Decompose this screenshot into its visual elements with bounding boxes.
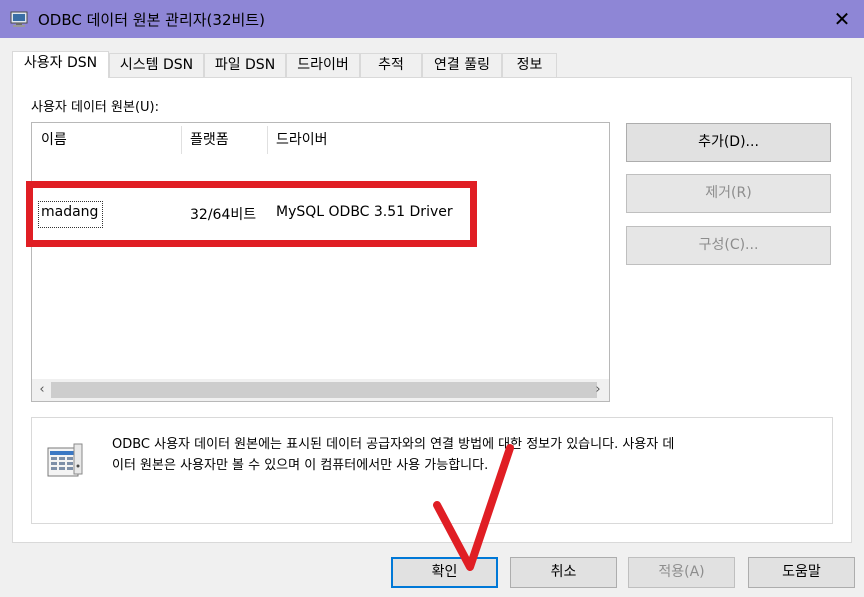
- cancel-button[interactable]: 취소: [510, 557, 617, 588]
- title-bar: ODBC 데이터 원본 관리자(32비트) ✕: [0, 0, 864, 38]
- user-data-sources-label: 사용자 데이터 원본(U):: [31, 100, 159, 115]
- tab-file-dsn[interactable]: 파일 DSN: [204, 53, 286, 77]
- scrollbar-thumb[interactable]: [51, 382, 597, 398]
- ok-button[interactable]: 확인: [391, 557, 498, 588]
- add-button[interactable]: 추가(D)...: [626, 123, 831, 162]
- help-button[interactable]: 도움말: [748, 557, 855, 588]
- data-source-icon: [47, 443, 83, 477]
- info-description: ODBC 사용자 데이터 원본에는 표시된 데이터 공급자와의 연결 방법에 대…: [112, 434, 812, 476]
- column-header-driver[interactable]: 드라이버: [276, 129, 328, 149]
- column-header-name[interactable]: 이름: [41, 129, 67, 149]
- tab-drivers[interactable]: 드라이버: [286, 53, 360, 77]
- info-line-2: 이터 원본은 사용자만 볼 수 있으며 이 컴퓨터에서만 사용 가능합니다.: [112, 458, 489, 473]
- tab-connection-pooling[interactable]: 연결 풀링: [422, 53, 502, 77]
- user-dsn-list[interactable]: [31, 122, 610, 402]
- horizontal-scrollbar[interactable]: ‹ ›: [32, 379, 609, 401]
- tab-strip: 사용자 DSN 시스템 DSN 파일 DSN 드라이버 추적 연결 풀링 정보: [12, 51, 612, 78]
- red-highlight-annotation: [26, 181, 477, 247]
- close-icon[interactable]: ✕: [830, 7, 854, 31]
- tab-about[interactable]: 정보: [502, 53, 557, 77]
- apply-button[interactable]: 적용(A): [628, 557, 735, 588]
- tab-system-dsn[interactable]: 시스템 DSN: [109, 53, 204, 77]
- odbc-app-icon: [10, 11, 28, 27]
- remove-button[interactable]: 제거(R): [626, 174, 831, 213]
- configure-button[interactable]: 구성(C)...: [626, 226, 831, 265]
- window-title: ODBC 데이터 원본 관리자(32비트): [38, 11, 265, 29]
- column-separator[interactable]: [267, 126, 268, 154]
- tab-user-dsn[interactable]: 사용자 DSN: [12, 51, 109, 78]
- column-header-platform[interactable]: 플랫폼: [190, 129, 229, 149]
- tab-tracing[interactable]: 추적: [360, 53, 422, 77]
- info-line-1: ODBC 사용자 데이터 원본에는 표시된 데이터 공급자와의 연결 방법에 대…: [112, 437, 675, 452]
- scroll-left-icon[interactable]: ‹: [34, 382, 50, 398]
- column-separator[interactable]: [181, 126, 182, 154]
- scroll-right-icon[interactable]: ›: [590, 382, 606, 398]
